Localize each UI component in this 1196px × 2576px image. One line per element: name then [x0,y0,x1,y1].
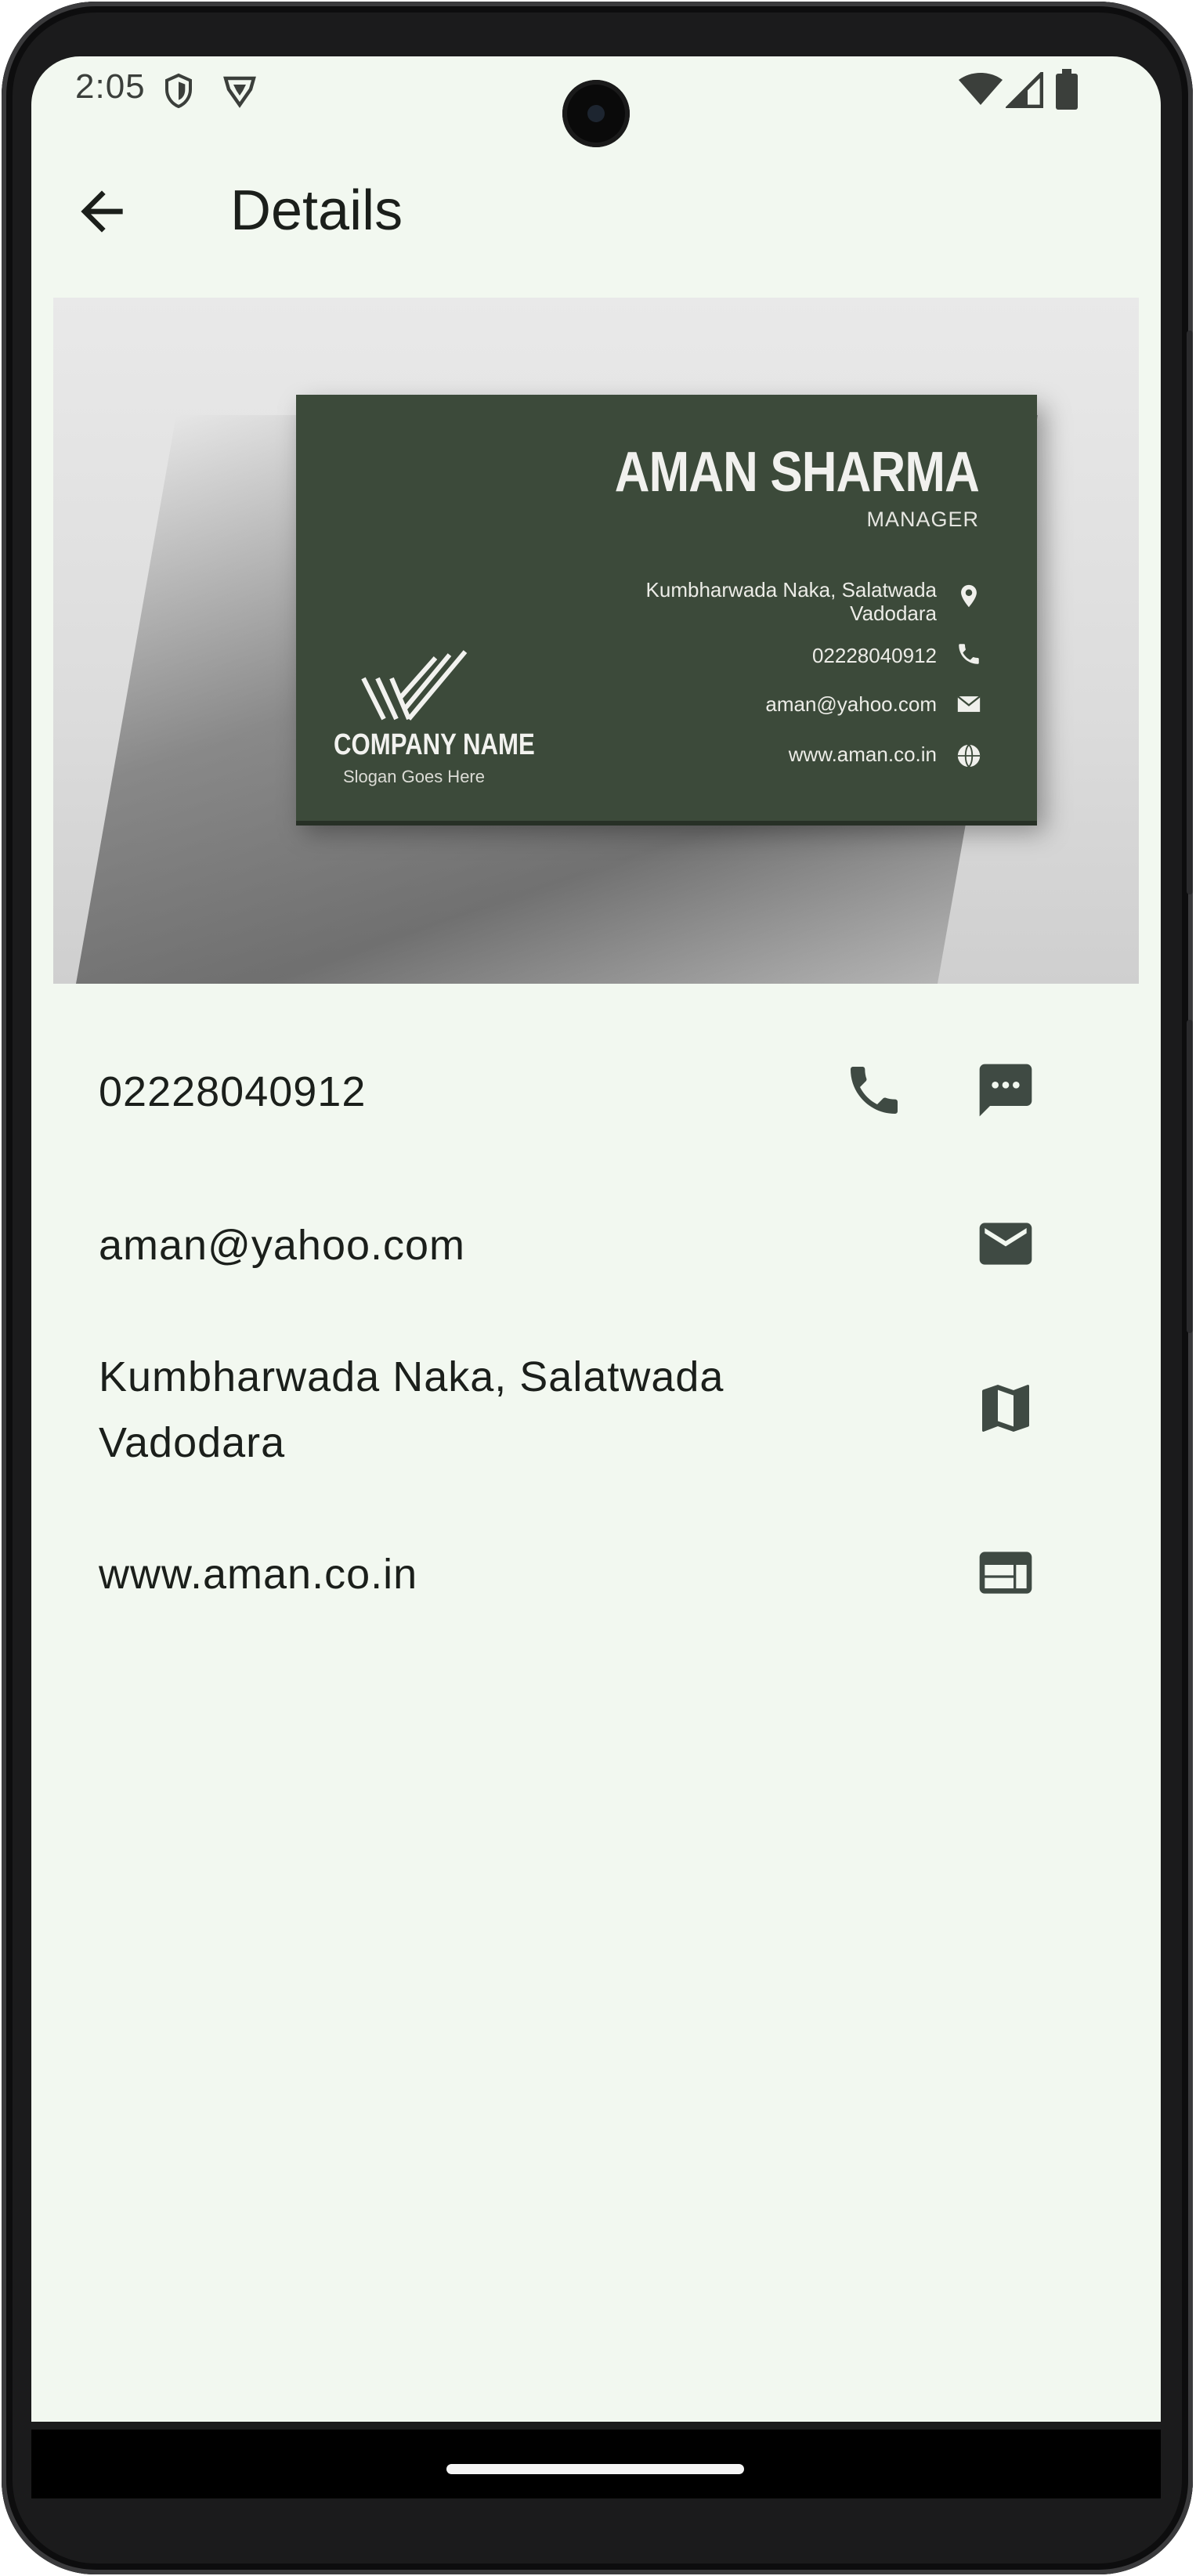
company-slogan: Slogan Goes Here [343,767,485,786]
address-line1: Kumbharwada Naka, Salatwada [99,1353,724,1400]
front-camera [562,80,630,147]
phone-icon[interactable] [843,1059,905,1122]
card-address: Kumbharwada Naka, Salatwada Vadodara [646,578,937,625]
card-website: www.aman.co.in [788,742,937,766]
business-card-image[interactable]: AMAN SHARMA MANAGER Kumbharwada Naka, Sa… [53,298,1139,984]
app-bar: Details [31,158,1161,252]
status-time: 2:05 [75,67,146,106]
navigation-bar [31,2430,1161,2498]
card-address-line2: Vadodara [850,602,937,625]
company-name: COMPANY NAME [334,728,535,761]
shield-icon [165,73,192,109]
mail-icon[interactable] [974,1212,1037,1275]
card-phone-icon [959,644,979,664]
volume-button [1187,331,1193,894]
phone-number-text[interactable]: 02228040912 [99,1059,366,1125]
card-globe-icon [957,744,981,768]
business-card: AMAN SHARMA MANAGER Kumbharwada Naka, Sa… [296,395,1037,821]
battery-icon [1056,69,1078,110]
card-role: MANAGER [866,508,979,531]
website-text[interactable]: www.aman.co.in [99,1541,417,1607]
arrow-back-icon[interactable] [70,180,133,243]
map-icon[interactable] [974,1377,1037,1440]
wifi-icon [959,73,1003,105]
card-name: AMAN SHARMA [614,441,980,504]
screen: 2:05 Details AMAN SHARMA MANAGER Kumbhar… [31,56,1161,2422]
status-bar: 2:05 [31,56,1161,150]
web-icon[interactable] [974,1541,1037,1604]
email-text[interactable]: aman@yahoo.com [99,1212,465,1278]
card-email: aman@yahoo.com [765,692,937,716]
home-gesture-handle[interactable] [446,2464,744,2474]
power-button [1187,1020,1193,1333]
card-address-line1: Kumbharwada Naka, Salatwada [645,578,937,602]
page-title: Details [230,179,403,242]
card-phone: 02228040912 [811,644,937,667]
location-pin-icon [961,584,977,608]
cell-signal-icon [1006,72,1043,108]
card-mail-icon [957,695,981,712]
address-line2: Vadodara [99,1419,286,1466]
company-logo-icon [361,650,468,721]
message-icon[interactable] [974,1059,1037,1122]
address-text[interactable]: Kumbharwada Naka, Salatwada Vadodara [99,1344,724,1476]
brave-lion-icon [223,76,256,108]
